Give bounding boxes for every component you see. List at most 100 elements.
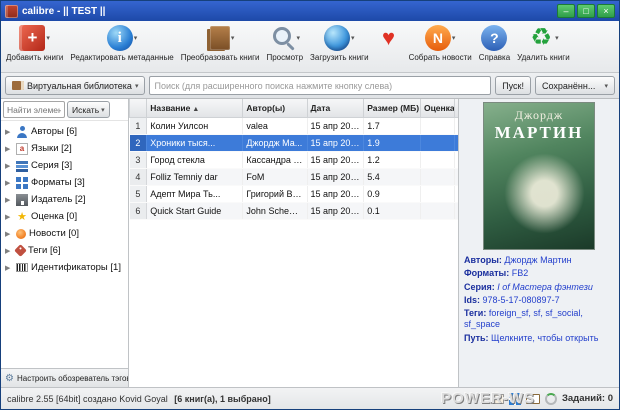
detail-field-path: Путь: Щелкните, чтобы открыть [464, 333, 614, 344]
dropdown-arrow-icon[interactable]: ▾ [297, 34, 301, 42]
table-cell[interactable]: 5.4 [364, 168, 421, 185]
jobs-label[interactable]: Заданий: 0 [562, 393, 613, 404]
table-cell[interactable]: 15 апр 2016 [307, 134, 364, 151]
column-header-4[interactable]: Оценка [420, 99, 455, 117]
dropdown-arrow-icon[interactable]: ▾ [134, 34, 138, 42]
table-cell[interactable]: 1.9 [364, 134, 421, 151]
toolbar-button-add-books[interactable]: ▾Добавить книги [3, 23, 66, 63]
sidebar-item-rating[interactable]: ▶Оценка [0] [1, 208, 128, 225]
expander-icon[interactable]: ▶ [5, 162, 13, 170]
sidebar-item-formats[interactable]: ▶Форматы [3] [1, 174, 128, 191]
detail-field-value[interactable]: I of Мастера фэнтези [497, 282, 593, 292]
table-cell[interactable]: Хроники тыся... [147, 134, 243, 151]
table-cell[interactable]: Folliz Temniy dar [147, 168, 243, 185]
version-text: calibre 2.55 [64bit] создано Kovid Goyal [7, 394, 168, 404]
dropdown-arrow-icon[interactable]: ▾ [231, 34, 235, 42]
table-cell[interactable]: 0.9 [364, 185, 421, 202]
expander-icon[interactable]: ▶ [5, 264, 13, 272]
toolbar-button-view-book[interactable]: ▾Просмотр [263, 23, 306, 63]
table-cell[interactable]: 0.1 [364, 202, 421, 219]
dropdown-arrow-icon[interactable]: ▾ [555, 34, 559, 42]
maximize-button[interactable]: □ [577, 4, 595, 18]
table-cell[interactable] [420, 151, 455, 168]
jobs-spinner-icon[interactable] [545, 393, 557, 405]
book-cover[interactable]: Джордж МАРТИН [483, 102, 595, 250]
expander-icon[interactable]: ▶ [5, 247, 13, 255]
toolbar-button-help[interactable]: Справка [476, 23, 513, 63]
table-cell[interactable]: Григорий Ви... [243, 185, 307, 202]
table-cell[interactable]: Город стекла [147, 151, 243, 168]
sidebar-item-authors[interactable]: ▶Авторы [6] [1, 123, 128, 140]
table-row[interactable]: 5Адепт Мира Ть...Григорий Ви...15 апр 20… [130, 185, 459, 202]
toolbar-button-donate[interactable] [373, 23, 405, 53]
table-row[interactable]: 1Колин Уилсонvalea15 апр 20161.7 [130, 117, 459, 134]
expander-icon[interactable]: ▶ [5, 145, 13, 153]
column-header-1[interactable]: Автор(ы) [243, 99, 307, 117]
close-button[interactable]: × [597, 4, 615, 18]
layout-cover-browser-icon[interactable] [491, 394, 504, 404]
table-cell[interactable]: 15 апр 2016 [307, 117, 364, 134]
table-cell[interactable]: John Schember [243, 202, 307, 219]
dropdown-arrow-icon[interactable]: ▾ [452, 34, 456, 42]
sidebar-item-news[interactable]: ▶Новости [0] [1, 225, 128, 242]
expander-icon[interactable]: ▶ [5, 128, 13, 136]
table-cell[interactable] [420, 117, 455, 134]
table-cell[interactable]: 15 апр 2016 [307, 185, 364, 202]
toolbar-button-edit-metadata[interactable]: ▾Редактировать метаданные [67, 23, 176, 63]
detail-field-value[interactable]: 978-5-17-080897-7 [483, 295, 560, 305]
sidebar-item-tags[interactable]: ▶Теги [6] [1, 242, 128, 259]
detail-field-value[interactable]: Щелкните, чтобы открыть [491, 333, 598, 343]
news-icon [16, 229, 26, 239]
table-row[interactable]: 2Хроники тыся...Джордж Ма...15 апр 20161… [130, 134, 459, 151]
sidebar-item-series[interactable]: ▶Серия [3] [1, 157, 128, 174]
saved-search-dropdown[interactable]: Сохранённ... ▾ [535, 76, 615, 95]
table-cell[interactable]: valea [243, 117, 307, 134]
layout-book-details-icon[interactable] [526, 394, 540, 404]
dropdown-arrow-icon[interactable]: ▾ [46, 34, 50, 42]
find-item-input[interactable] [3, 101, 65, 118]
detail-field-label: Серия: [464, 282, 497, 292]
table-cell[interactable]: 1.2 [364, 151, 421, 168]
search-input[interactable] [149, 76, 491, 95]
toolbar-button-convert-books[interactable]: ▾Преобразовать книги [178, 23, 263, 63]
table-cell[interactable]: Колин Уилсон [147, 117, 243, 134]
expander-icon[interactable]: ▶ [5, 213, 13, 221]
table-row[interactable]: 4Folliz Temniy darFoM15 апр 20165.4 [130, 168, 459, 185]
column-header-3[interactable]: Размер (МБ) [364, 99, 421, 117]
configure-tag-browser-button[interactable]: ⚙ Настроить обозреватель тэгов [1, 368, 128, 387]
toolbar-button-remove-books[interactable]: ▾Удалить книги [514, 23, 573, 63]
table-row[interactable]: 3Город стеклаКассандра К...15 апр 20161.… [130, 151, 459, 168]
table-cell[interactable] [420, 168, 455, 185]
table-cell[interactable]: Адепт Мира Ть... [147, 185, 243, 202]
sidebar-item-languages[interactable]: ▶Языки [2] [1, 140, 128, 157]
detail-field-value[interactable]: Джордж Мартин [504, 255, 571, 265]
table-cell[interactable] [420, 202, 455, 219]
expander-icon[interactable]: ▶ [5, 179, 13, 187]
table-cell[interactable]: Кассандра К... [243, 151, 307, 168]
column-header-0[interactable]: Название▲ [147, 99, 243, 117]
dropdown-arrow-icon[interactable]: ▾ [351, 34, 355, 42]
table-cell[interactable] [420, 185, 455, 202]
virtual-library-button[interactable]: Виртуальная библиотека ▾ [5, 76, 145, 95]
sidebar-item-identifiers[interactable]: ▶Идентификаторы [1] [1, 259, 128, 276]
table-cell[interactable]: FoM [243, 168, 307, 185]
toolbar-button-get-books[interactable]: ▾Загрузить книги [307, 23, 372, 63]
table-cell[interactable]: 15 апр 2016 [307, 168, 364, 185]
minimize-button[interactable]: – [557, 4, 575, 18]
find-item-button[interactable]: Искать ▾ [67, 101, 110, 118]
table-cell[interactable]: Джордж Ма... [243, 134, 307, 151]
expander-icon[interactable]: ▶ [5, 230, 13, 238]
table-row[interactable]: 6Quick Start GuideJohn Schember15 апр 20… [130, 202, 459, 219]
sidebar-item-publisher[interactable]: ▶Издатель [2] [1, 191, 128, 208]
column-header-2[interactable]: Дата [307, 99, 364, 117]
table-cell[interactable]: Quick Start Guide [147, 202, 243, 219]
detail-field-value[interactable]: FB2 [512, 268, 529, 278]
table-cell[interactable] [420, 134, 455, 151]
layout-cover-grid-icon[interactable] [509, 393, 521, 405]
table-cell[interactable]: 1.7 [364, 117, 421, 134]
search-start-button[interactable]: Пуск! [495, 76, 531, 95]
table-cell[interactable]: 15 апр 2016 [307, 151, 364, 168]
toolbar-button-fetch-news[interactable]: ▾Собрать новости [406, 23, 475, 63]
expander-icon[interactable]: ▶ [5, 196, 13, 204]
table-cell[interactable]: 15 апр 2016 [307, 202, 364, 219]
